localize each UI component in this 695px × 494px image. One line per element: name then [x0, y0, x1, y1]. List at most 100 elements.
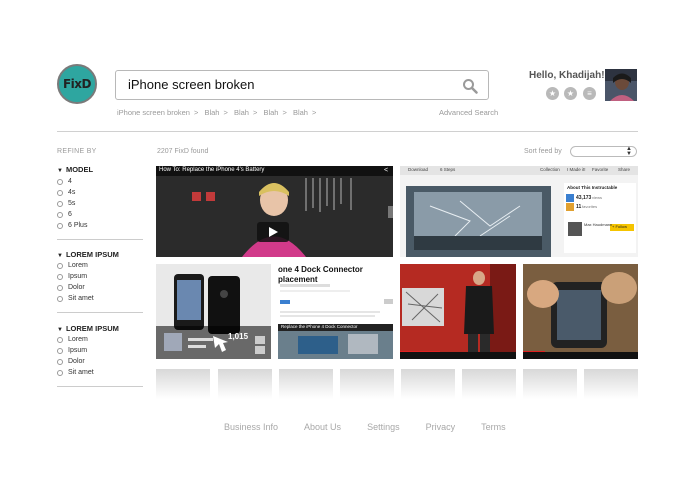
result-tile-instructable[interactable]: Download 6 Steps Collection I Made it! F… [400, 166, 638, 257]
views-count: 43,173 [576, 195, 592, 201]
filter-group-label: LOREM IPSUM [65, 250, 119, 259]
breadcrumb-item[interactable]: Blah [263, 108, 278, 117]
radio-button[interactable] [57, 358, 63, 365]
radio-button[interactable] [57, 295, 63, 302]
search-icon[interactable] [462, 78, 478, 94]
collection-button[interactable]: Collection [540, 167, 560, 172]
chevron-updown-icon: ▲ ▼ [626, 146, 632, 157]
favorite-button[interactable]: Favorite [592, 167, 608, 172]
sort-select[interactable]: ▲ ▼ [570, 146, 637, 157]
footer-links: Business Info About Us Settings Privacy … [224, 422, 532, 432]
list-icon[interactable]: ≡ [583, 87, 596, 100]
triangle-down-icon: ▼ [57, 253, 63, 259]
filter-group-title[interactable]: ▼ LOREM IPSUM [57, 250, 119, 259]
triangle-down-icon: ▼ [57, 327, 63, 333]
sort-label: Sort feed by [524, 148, 562, 155]
star-icon[interactable]: ★ [564, 87, 577, 100]
radio-button[interactable] [57, 347, 63, 354]
filter-option[interactable]: Dolor [57, 358, 85, 365]
result-tile-video[interactable] [523, 264, 638, 359]
favorites-count: 11 [576, 204, 582, 210]
divider [57, 239, 143, 240]
steps-button[interactable]: 6 Steps [440, 167, 455, 172]
filter-option[interactable]: Lorem [57, 262, 88, 269]
refine-by-label: REFINE BY [57, 148, 97, 155]
footer-link-settings[interactable]: Settings [367, 422, 400, 432]
logo[interactable]: FixD [57, 64, 97, 104]
filter-group-title[interactable]: ▼ MODEL [57, 165, 93, 174]
filter-option[interactable]: Lorem [57, 336, 88, 343]
video-title: How To: Replace the iPhone 4's Battery [159, 167, 265, 173]
radio-button[interactable] [57, 262, 63, 269]
result-placeholder [156, 369, 210, 399]
result-tile-photo[interactable]: 1,015 [156, 264, 271, 359]
result-placeholder [279, 369, 333, 399]
breadcrumb-item[interactable]: Blah [204, 108, 219, 117]
radio-button[interactable] [57, 222, 63, 229]
filter-option[interactable]: 5s [57, 200, 75, 207]
radio-button[interactable] [57, 369, 63, 376]
advanced-search-link[interactable]: Advanced Search [439, 108, 498, 117]
footer-link-about-us[interactable]: About Us [304, 422, 341, 432]
filter-option-label: 6 [68, 211, 72, 218]
triangle-down-icon: ▼ [57, 168, 63, 174]
favorites-label: favorites [582, 204, 598, 209]
radio-button[interactable] [57, 189, 63, 196]
avatar[interactable] [605, 69, 637, 101]
photo-count: 1,015 [228, 332, 249, 341]
filter-option[interactable]: 6 Plus [57, 222, 87, 229]
result-placeholder [462, 369, 516, 399]
article-title: one 4 Dock Connector placement [278, 265, 363, 284]
result-tile-video[interactable]: How To: Replace the iPhone 4's Battery < [156, 166, 393, 257]
divider [57, 312, 143, 313]
author-name[interactable]: Max Haudmann [584, 222, 612, 227]
filter-option[interactable]: 6 [57, 211, 72, 218]
breadcrumb-item[interactable]: iPhone screen broken [117, 108, 190, 117]
radio-button[interactable] [57, 273, 63, 280]
radio-button[interactable] [57, 200, 63, 207]
footer-link-business-info[interactable]: Business Info [224, 422, 278, 432]
footer-link-privacy[interactable]: Privacy [426, 422, 456, 432]
filter-group-label: MODEL [65, 165, 94, 174]
filter-option-label: Dolor [68, 358, 85, 365]
footer-link-terms[interactable]: Terms [481, 422, 506, 432]
follow-button[interactable]: + Follow [612, 224, 627, 229]
result-tile-video[interactable] [400, 264, 516, 359]
result-placeholder [218, 369, 272, 399]
download-button[interactable]: Download [408, 167, 428, 172]
filter-option-label: 5s [68, 200, 76, 207]
filter-option[interactable]: Ipsum [57, 347, 87, 354]
search-input[interactable] [128, 77, 448, 92]
radio-button[interactable] [57, 211, 63, 218]
filter-option[interactable]: Sit amet [57, 295, 94, 302]
radio-button[interactable] [57, 284, 63, 291]
filter-option-label: Lorem [68, 262, 88, 269]
breadcrumb-item[interactable]: Blah [293, 108, 308, 117]
article-subtitle: Replace the iPhone 4 Dock Connector [281, 324, 358, 329]
radio-button[interactable] [57, 336, 63, 343]
filter-option[interactable]: Dolor [57, 284, 85, 291]
share-icon[interactable]: < [384, 167, 388, 174]
filter-option-label: Dolor [68, 284, 85, 291]
radio-button[interactable] [57, 178, 63, 185]
filter-option-label: 4s [68, 189, 76, 196]
result-placeholder [584, 369, 638, 399]
filter-option[interactable]: 4s [57, 189, 75, 196]
results-count: 2207 FixD found [157, 148, 209, 155]
result-placeholder [523, 369, 577, 399]
search-box[interactable] [115, 70, 489, 100]
breadcrumb-item[interactable]: Blah [234, 108, 249, 117]
filter-option-label: Lorem [68, 336, 88, 343]
filter-group-title[interactable]: ▼ LOREM IPSUM [57, 324, 119, 333]
filter-option-label: Ipsum [68, 273, 88, 280]
result-tile-article[interactable]: one 4 Dock Connector placement Replace t… [278, 264, 393, 359]
filter-option-label: Sit amet [68, 295, 94, 302]
star-icon[interactable]: ★ [546, 87, 559, 100]
made-it-button[interactable]: I Made it! [567, 167, 586, 172]
filter-option-label: 4 [68, 178, 72, 185]
logo-text: FixD [62, 77, 92, 91]
share-button[interactable]: Share [618, 167, 630, 172]
filter-option[interactable]: Ipsum [57, 273, 87, 280]
filter-option[interactable]: Sit amet [57, 369, 94, 376]
filter-option[interactable]: 4 [57, 178, 72, 185]
